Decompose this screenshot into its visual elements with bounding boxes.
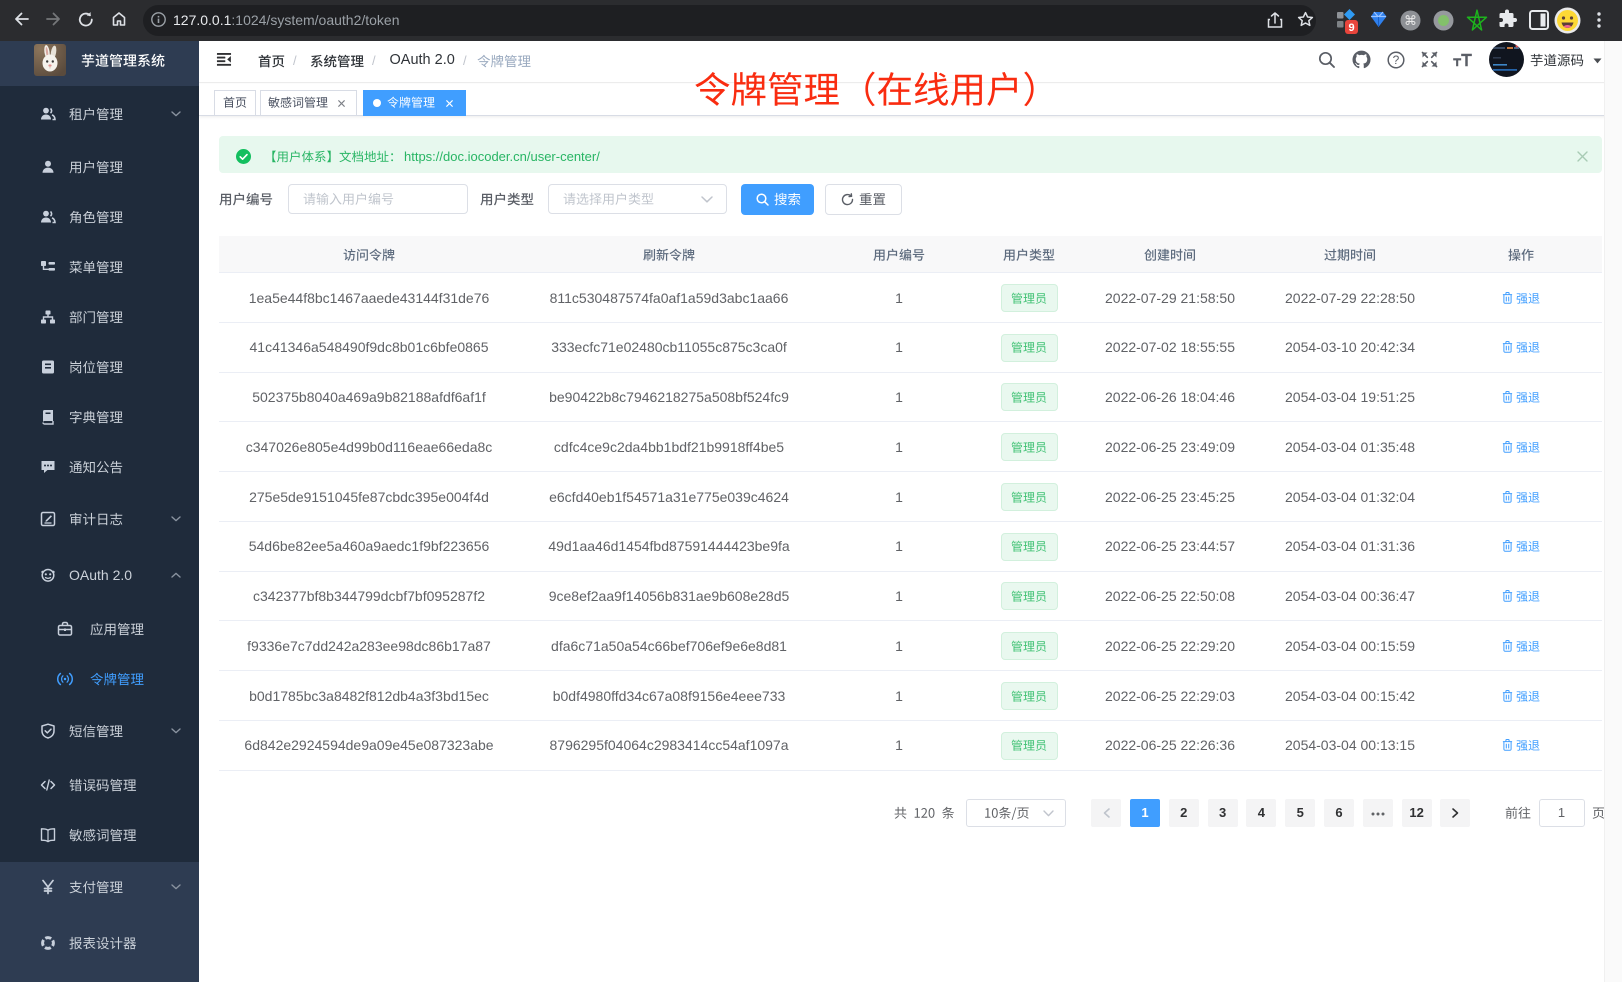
svg-text:?: ? [1393, 53, 1400, 67]
svg-text:9: 9 [1348, 22, 1354, 34]
svg-text:⌘: ⌘ [1404, 13, 1417, 28]
